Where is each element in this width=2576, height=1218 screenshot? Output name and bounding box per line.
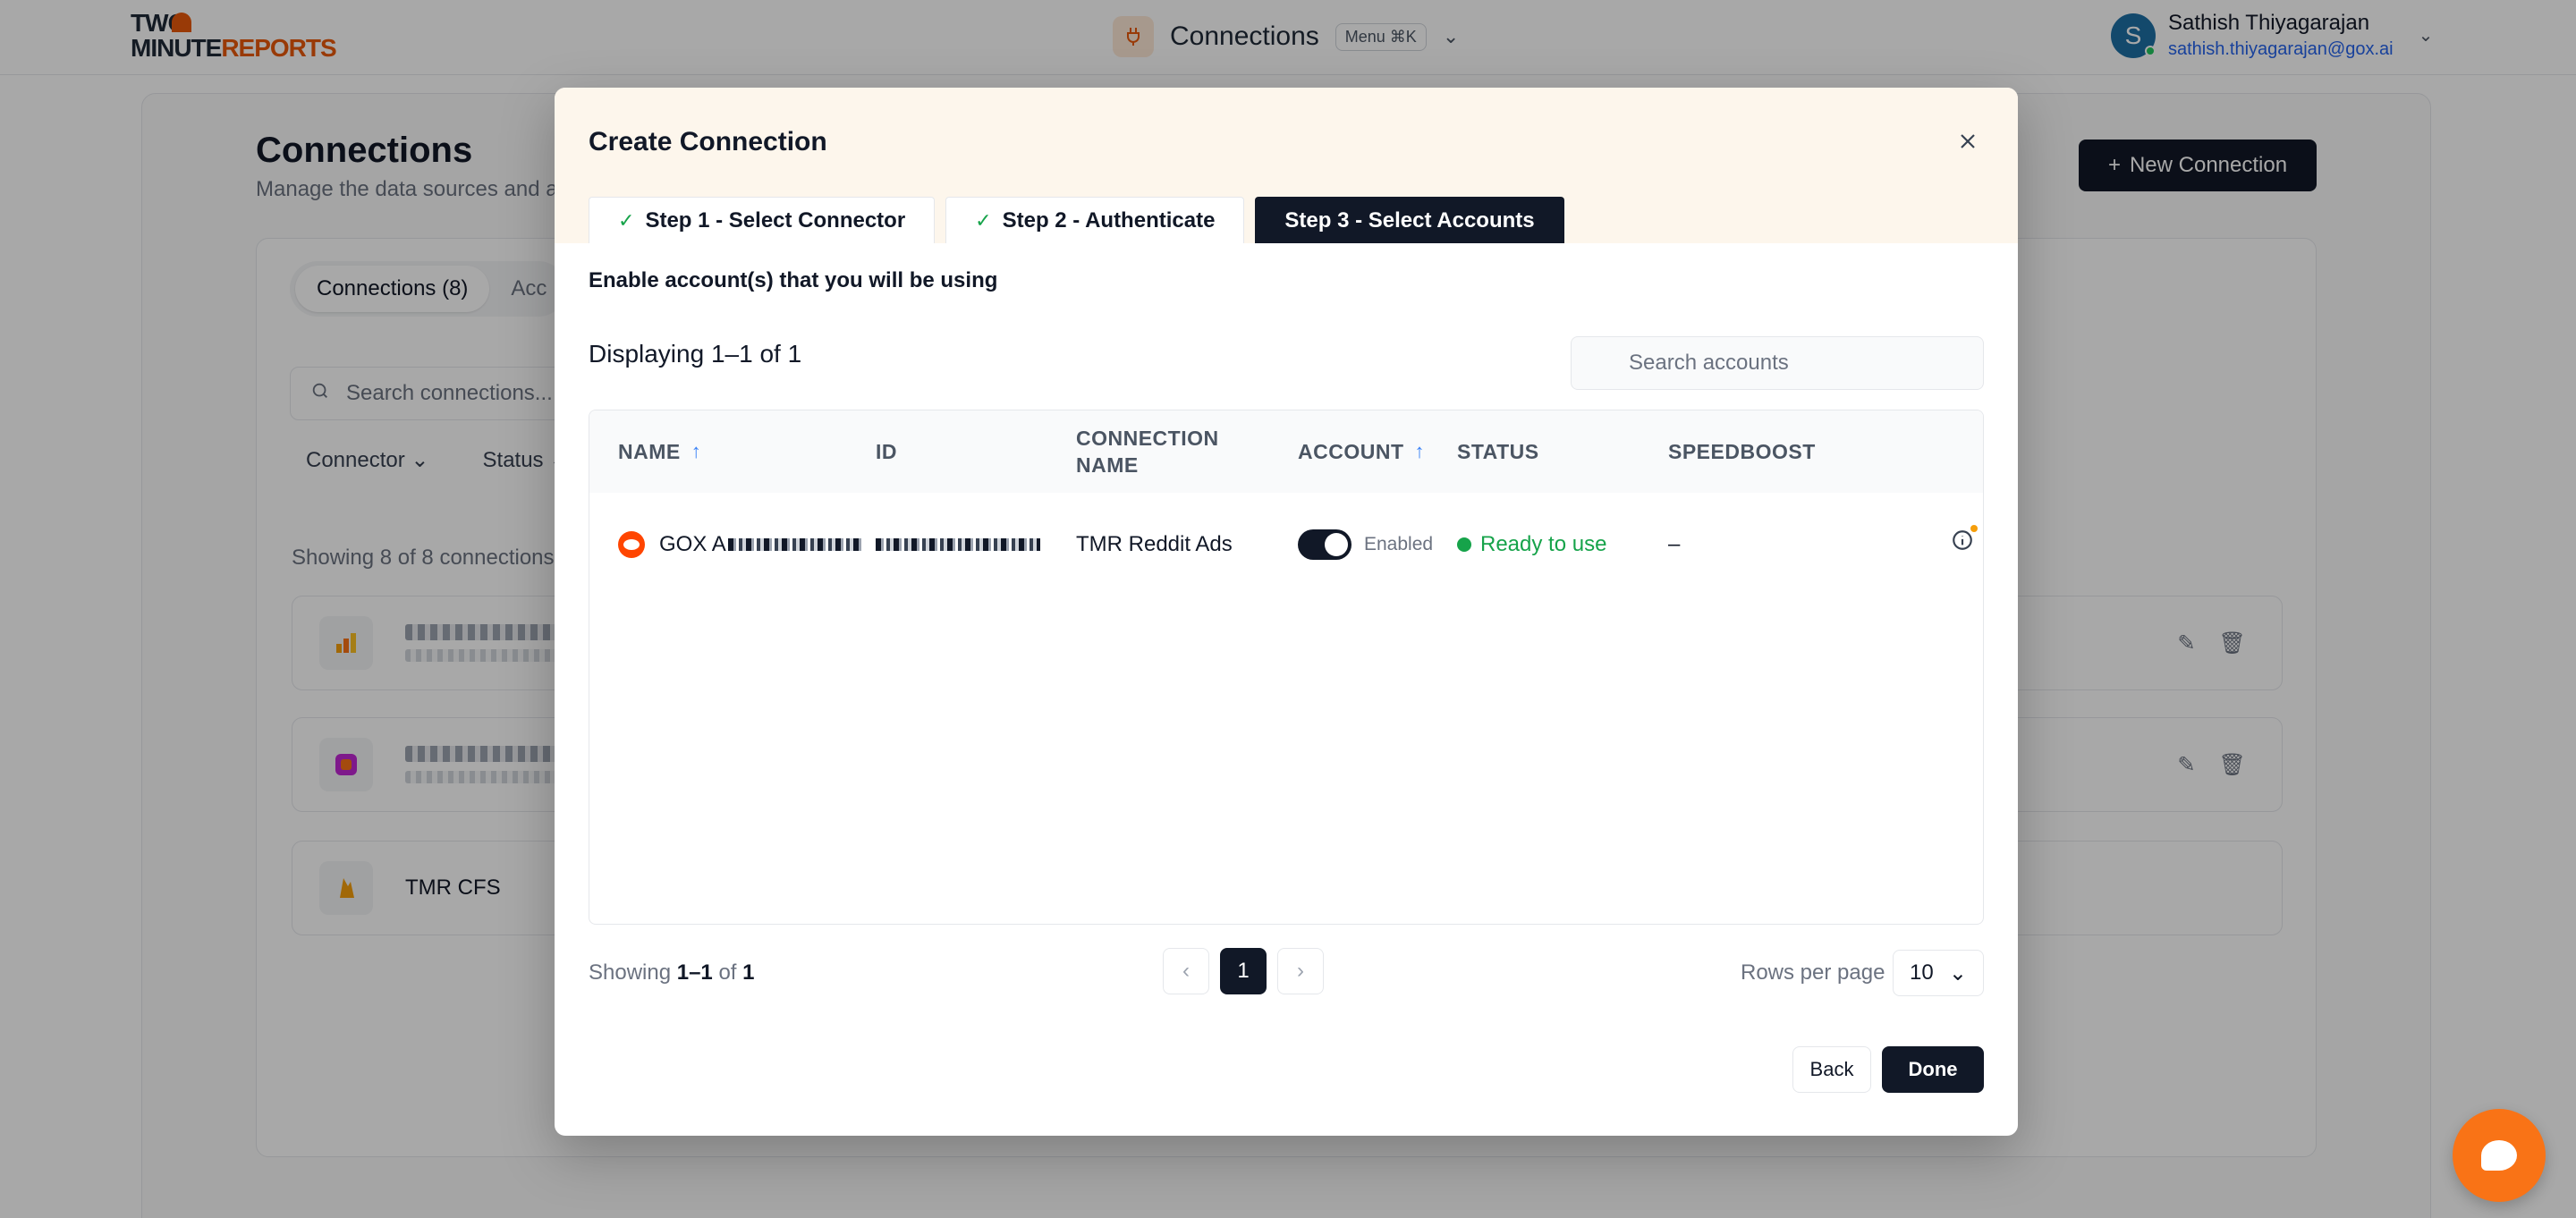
chat-widget-button[interactable]: [2453, 1109, 2546, 1202]
account-toggle-cell: Enabled: [1298, 493, 1433, 596]
column-id-label: ID: [876, 439, 897, 463]
status-cell: Ready to use: [1457, 493, 1606, 596]
chat-bubble-icon: [2481, 1140, 2517, 1171]
redacted-account-name: [727, 538, 862, 551]
displaying-count: Displaying 1–1 of 1: [589, 340, 802, 368]
pagination-summary: Showing 1–1 of 1: [589, 960, 755, 985]
back-button[interactable]: Back: [1792, 1046, 1871, 1093]
table-row: GOX A TMR Reddit Ads Enabled Ready to us…: [589, 493, 1983, 596]
column-id: ID: [876, 410, 897, 493]
column-account-label: ACCOUNT: [1298, 439, 1404, 463]
account-enabled-toggle[interactable]: [1298, 529, 1352, 560]
column-name-label: NAME: [618, 439, 681, 463]
column-connection-name: CONNECTION NAME: [1076, 410, 1219, 493]
column-speedboost-label: SPEEDBOOST: [1668, 439, 1816, 463]
showing-total: 1: [742, 960, 755, 985]
account-id-cell: [876, 493, 1040, 596]
step-1-label: Step 1 - Select Connector: [645, 207, 906, 233]
create-connection-modal: Create Connection ✓ Step 1 - Select Conn…: [555, 88, 2018, 1136]
step-2-tab[interactable]: ✓ Step 2 - Authenticate: [945, 197, 1245, 243]
column-name[interactable]: NAME ↑: [618, 410, 701, 493]
status-dot: [1457, 537, 1471, 552]
instruction-text: Enable account(s) that you will be using: [589, 268, 998, 292]
column-status: STATUS: [1457, 410, 1539, 493]
rows-per-page-label: Rows per page: [1741, 960, 1885, 985]
column-account[interactable]: ACCOUNT ↑: [1298, 410, 1425, 493]
info-icon[interactable]: [1951, 525, 1978, 552]
sort-arrow-up-icon: ↑: [691, 440, 702, 462]
chevron-down-icon: ⌄: [1948, 960, 1967, 985]
check-icon: ✓: [975, 208, 992, 232]
accounts-table: NAME ↑ ID CONNECTION NAME ACCOUNT ↑ STAT…: [589, 410, 1984, 925]
showing-prefix: Showing: [589, 960, 677, 985]
speedboost-cell: –: [1668, 532, 1681, 556]
reddit-icon: [618, 531, 645, 558]
accounts-search-input[interactable]: Search accounts: [1571, 336, 1984, 390]
rows-per-page-value: 10: [1910, 960, 1934, 985]
connection-name-cell: TMR Reddit Ads: [1076, 532, 1233, 556]
step-3-tab[interactable]: Step 3 - Select Accounts: [1255, 197, 1564, 243]
rows-per-page-select[interactable]: 10 ⌄: [1893, 950, 1984, 996]
account-name: GOX A: [659, 532, 726, 556]
showing-of: of: [712, 960, 743, 985]
step-tabs: ✓ Step 1 - Select Connector ✓ Step 2 - A…: [589, 197, 1564, 243]
pagination: ‹ 1 ›: [1163, 948, 1324, 994]
done-button[interactable]: Done: [1882, 1046, 1984, 1093]
modal-title: Create Connection: [589, 127, 827, 156]
column-speedboost: SPEEDBOOST: [1668, 410, 1816, 493]
table-header: NAME ↑ ID CONNECTION NAME ACCOUNT ↑ STAT…: [589, 410, 1983, 493]
status-badge: Ready to use: [1480, 532, 1607, 556]
check-icon: ✓: [618, 208, 635, 232]
redacted-account-id: [876, 538, 1040, 551]
showing-range: 1–1: [676, 960, 713, 985]
column-status-label: STATUS: [1457, 439, 1539, 463]
prev-page-button[interactable]: ‹: [1163, 948, 1209, 994]
step-1-tab[interactable]: ✓ Step 1 - Select Connector: [589, 197, 936, 243]
next-page-button[interactable]: ›: [1277, 948, 1324, 994]
sort-arrow-up-icon: ↑: [1414, 440, 1425, 462]
account-name-cell: GOX A: [618, 493, 862, 596]
close-icon[interactable]: [1952, 125, 1984, 157]
modal-header: Create Connection ✓ Step 1 - Select Conn…: [555, 88, 2018, 243]
page-button-current[interactable]: 1: [1220, 948, 1267, 994]
column-connection-name-label: CONNECTION NAME: [1076, 427, 1219, 477]
step-2-label: Step 2 - Authenticate: [1002, 207, 1216, 233]
notification-dot: [1970, 525, 1978, 532]
step-3-label: Step 3 - Select Accounts: [1284, 207, 1535, 233]
toggle-label: Enabled: [1364, 534, 1434, 554]
